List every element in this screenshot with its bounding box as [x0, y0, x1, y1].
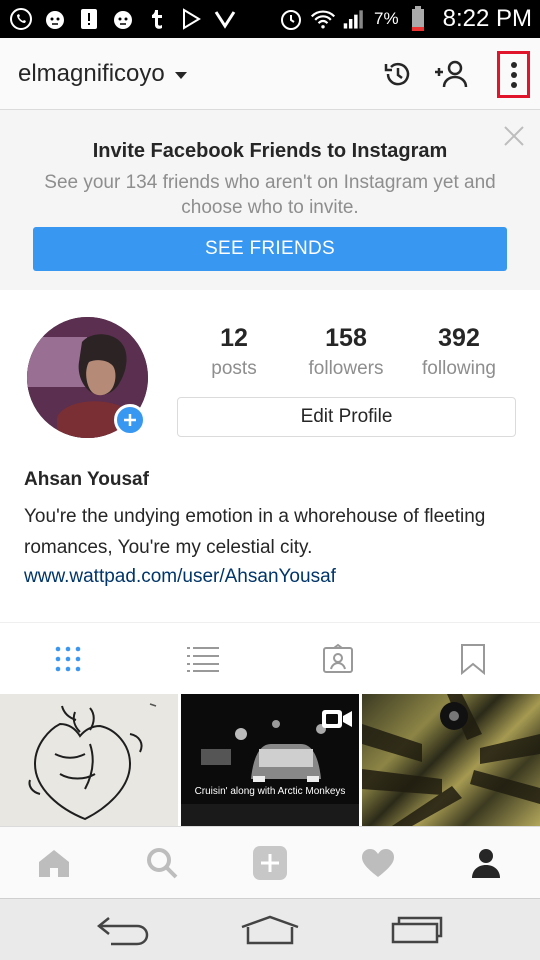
chevron-down-icon: [174, 71, 187, 79]
stat-value: 392: [438, 324, 480, 352]
download-check-icon: [212, 6, 238, 32]
recents-icon: [391, 916, 443, 944]
bookmark-icon: [460, 644, 485, 675]
profile-icon: [472, 849, 500, 878]
stat-label: following: [422, 358, 496, 379]
profile-view-tabs: [0, 622, 540, 694]
whatsapp-icon: [8, 6, 34, 32]
search-icon: [147, 848, 178, 879]
tumblr-icon: [144, 6, 170, 32]
see-friends-button[interactable]: SEE FRIENDS: [33, 227, 507, 271]
options-menu-button[interactable]: [497, 51, 530, 98]
alarm-icon: [278, 6, 304, 32]
activity-heart-icon: [362, 849, 394, 877]
nav-activity-button[interactable]: [324, 827, 432, 899]
home-button[interactable]: [235, 909, 305, 951]
profile-header-bar: elmagnificoyo: [0, 38, 540, 110]
play-store-icon: [178, 6, 204, 32]
home-icon: [39, 850, 69, 877]
back-icon: [96, 917, 149, 946]
post-grid: Cruisin' along with Arctic Monkeys: [0, 694, 540, 826]
wifi-icon: [310, 6, 336, 32]
invite-friends-banner: Invite Facebook Friends to Instagram See…: [0, 110, 540, 290]
tab-saved[interactable]: [405, 623, 540, 695]
signal-icon: [342, 6, 368, 32]
profile-full-name: Ahsan Yousaf: [24, 469, 149, 490]
posts-count[interactable]: 12 posts: [179, 322, 289, 380]
nav-search-button[interactable]: [108, 827, 216, 899]
tab-tagged[interactable]: [270, 623, 405, 695]
home-icon: [241, 915, 299, 945]
nav-profile-button[interactable]: [432, 827, 540, 899]
followers-count[interactable]: 158 followers: [291, 322, 401, 380]
video-icon: [321, 708, 353, 730]
status-bar: 7% 8:22 PM: [0, 0, 540, 38]
list-icon: [186, 647, 219, 672]
clock: 8:22 PM: [442, 5, 532, 32]
stat-label: followers: [308, 358, 384, 379]
battery-icon: [405, 6, 431, 32]
tiger-app-icon: [110, 6, 136, 32]
grid-icon: [55, 646, 80, 672]
profile-website-link[interactable]: www.wattpad.com/user/AhsanYousaf: [24, 566, 336, 588]
notification-icon: [76, 6, 102, 32]
bottom-navigation: [0, 826, 540, 898]
add-story-button[interactable]: [114, 404, 146, 436]
account-switcher[interactable]: elmagnificoyo: [18, 60, 187, 88]
add-person-button[interactable]: [433, 56, 469, 92]
system-navigation-bar: [0, 898, 540, 960]
stat-value: 158: [325, 324, 367, 352]
battery-percent: 7%: [374, 9, 399, 28]
add-person-icon: [435, 60, 468, 88]
more-vertical-icon: [510, 61, 517, 88]
profile-bio: You're the undying emotion in a whorehou…: [24, 506, 486, 558]
banner-subtitle: See your 134 friends who aren't on Insta…: [44, 172, 496, 218]
post-thumbnail[interactable]: [362, 694, 540, 826]
stat-label: posts: [211, 358, 257, 379]
history-icon: [384, 62, 410, 86]
post-caption-overlay: Cruisin' along with Arctic Monkeys: [194, 786, 346, 797]
nav-add-button[interactable]: [216, 827, 324, 899]
tab-grid-view[interactable]: [0, 623, 135, 695]
history-button[interactable]: [380, 56, 416, 92]
tiger-app-icon: [42, 6, 68, 32]
post-thumbnail[interactable]: Cruisin' along with Arctic Monkeys: [181, 694, 359, 826]
banner-title: Invite Facebook Friends to Instagram: [92, 140, 448, 162]
back-button[interactable]: [88, 909, 158, 951]
username-label: elmagnificoyo: [18, 60, 165, 87]
following-count[interactable]: 392 following: [404, 322, 514, 380]
tagged-person-icon: [322, 643, 353, 673]
post-thumbnail[interactable]: [0, 694, 178, 826]
recents-button[interactable]: [382, 909, 452, 951]
nav-home-button[interactable]: [0, 827, 108, 899]
add-icon: [253, 846, 287, 880]
stat-value: 12: [220, 324, 248, 352]
tab-list-view[interactable]: [135, 623, 270, 695]
edit-profile-button[interactable]: Edit Profile: [177, 397, 516, 437]
plus-icon: [124, 414, 136, 426]
